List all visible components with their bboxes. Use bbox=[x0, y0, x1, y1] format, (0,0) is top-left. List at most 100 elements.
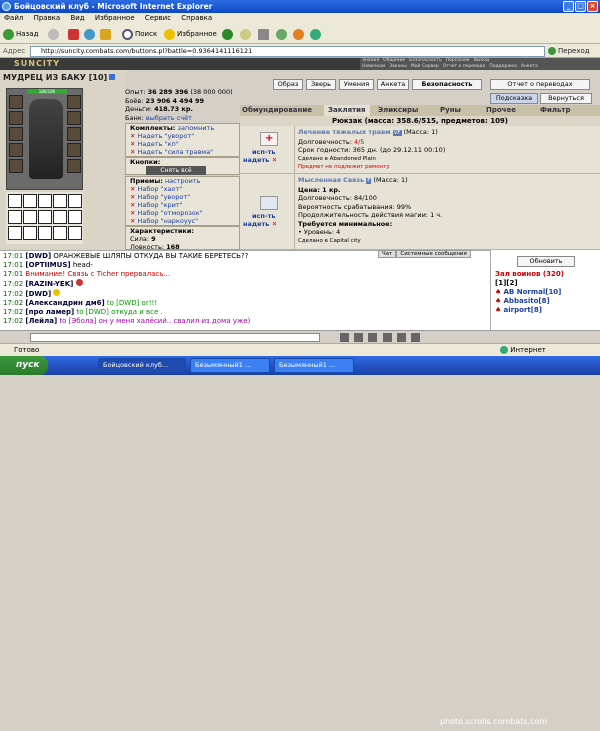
refresh-button[interactable] bbox=[84, 27, 97, 41]
delete-icon[interactable]: ✕ bbox=[272, 220, 277, 228]
amulet-slot[interactable] bbox=[67, 111, 81, 125]
use-item-link[interactable]: исп-ть bbox=[252, 148, 275, 156]
spell-slot[interactable] bbox=[53, 194, 67, 208]
spell-slot[interactable] bbox=[8, 226, 22, 240]
trick-set-item[interactable]: ✕ Набор "уворот" bbox=[126, 193, 239, 201]
taskbar-item[interactable]: Бойцовский клуб... bbox=[98, 358, 186, 373]
security-button[interactable]: Безопасность bbox=[412, 79, 482, 90]
top-link[interactable]: Законы bbox=[387, 64, 409, 70]
top-link[interactable]: Мой Сервер bbox=[409, 64, 441, 70]
go-button[interactable]: Переход bbox=[548, 47, 590, 55]
item-name[interactable]: Мысленная Связь bbox=[298, 176, 364, 184]
trick-set-item[interactable]: ✕ Набор "наркоуус" bbox=[126, 217, 239, 225]
player-list-item[interactable]: ♠ Abbasito[8] bbox=[495, 297, 550, 306]
menu-view[interactable]: Вид bbox=[66, 14, 88, 22]
trick-set-item[interactable]: ✕ Набор "крит" bbox=[126, 201, 239, 209]
exit-icon[interactable] bbox=[411, 333, 421, 342]
stop-button[interactable] bbox=[68, 27, 81, 41]
wear-item-link[interactable]: надеть ✕ bbox=[243, 220, 277, 228]
tab-other[interactable]: Прочее bbox=[486, 105, 516, 116]
tab-elixirs[interactable]: Эликсиры bbox=[378, 105, 418, 116]
boots-slot[interactable] bbox=[9, 159, 23, 173]
configure-tricks-link[interactable]: настроить bbox=[165, 177, 201, 185]
tab-equipment[interactable]: Обмундирование bbox=[242, 105, 312, 116]
room-pages[interactable]: [1][2] bbox=[495, 279, 518, 288]
undress-all-button[interactable]: Снять всё bbox=[146, 166, 206, 175]
armor-slot[interactable] bbox=[9, 127, 23, 141]
maximize-button[interactable]: □ bbox=[575, 1, 586, 12]
set-item[interactable]: ✕ Надеть "сила травма" bbox=[126, 148, 239, 156]
taskbar-item[interactable]: Безымянный1 ... bbox=[274, 358, 354, 373]
tab-spells[interactable]: Заклятия bbox=[324, 105, 370, 116]
transfer-report-button[interactable]: Отчет о переводах bbox=[490, 79, 590, 90]
favorites-button[interactable]: Избранное bbox=[164, 27, 217, 41]
menu-file[interactable]: Файл bbox=[0, 14, 27, 22]
menu-edit[interactable]: Правка bbox=[30, 14, 65, 22]
leggings-slot[interactable] bbox=[67, 159, 81, 173]
chat-nick[interactable]: [DWD] bbox=[25, 290, 51, 298]
spell-slot[interactable] bbox=[53, 226, 67, 240]
skills-button[interactable]: Умения bbox=[339, 79, 374, 90]
spell-slot[interactable] bbox=[53, 210, 67, 224]
send-icon[interactable] bbox=[340, 333, 349, 342]
discuss-button[interactable] bbox=[293, 27, 306, 41]
spell-slot[interactable] bbox=[68, 210, 82, 224]
close-button[interactable]: × bbox=[587, 1, 598, 12]
wear-item-link[interactable]: надеть ✕ bbox=[243, 156, 277, 164]
taskbar-item[interactable]: Безымянный1 ... bbox=[190, 358, 270, 373]
url-input[interactable]: http://suncity.combats.com/buttons.pl?ba… bbox=[30, 46, 545, 57]
character-name[interactable]: МУДРЕЦ ИЗ БАКУ [10] bbox=[3, 73, 116, 82]
back-button[interactable]: Назад bbox=[3, 27, 38, 41]
gloves-slot[interactable] bbox=[67, 127, 81, 141]
print-button[interactable] bbox=[258, 27, 271, 41]
minimize-button[interactable]: _ bbox=[563, 1, 574, 12]
item-name[interactable]: Лечение тяжелых травм bbox=[298, 128, 391, 136]
edit-button[interactable] bbox=[276, 27, 289, 41]
select-account-link[interactable]: выбрать счёт bbox=[146, 114, 192, 122]
forward-button[interactable] bbox=[48, 27, 61, 41]
trick-set-item[interactable]: ✕ Набор "отморозок" bbox=[126, 209, 239, 217]
chat-nick[interactable]: [Александрин дм6] bbox=[25, 299, 104, 307]
menu-favorites[interactable]: Избранное bbox=[91, 14, 139, 22]
spell-slot[interactable] bbox=[68, 226, 82, 240]
profile-button[interactable]: Анкета bbox=[377, 79, 409, 90]
chat-nick[interactable]: [RAZIN-YEK] bbox=[25, 280, 73, 288]
top-link[interactable]: Отчет о переводе bbox=[441, 64, 487, 70]
search-button[interactable]: Поиск bbox=[122, 27, 157, 41]
spell-slot[interactable] bbox=[38, 194, 52, 208]
clear-icon[interactable] bbox=[354, 333, 364, 342]
messenger-button[interactable] bbox=[310, 27, 323, 41]
use-item-link[interactable]: исп-ть bbox=[252, 212, 275, 220]
remember-set-link[interactable]: запомнить bbox=[178, 124, 215, 132]
spell-slot[interactable] bbox=[68, 194, 82, 208]
chat-nick[interactable]: [DWD] bbox=[25, 252, 51, 260]
belt-slot[interactable] bbox=[9, 143, 23, 157]
chat-nick[interactable]: [Лейла] bbox=[25, 317, 57, 325]
tab-system-messages[interactable]: Системные сообщения bbox=[396, 250, 471, 258]
start-button[interactable]: пуск bbox=[0, 356, 48, 375]
menu-help[interactable]: Справка bbox=[177, 14, 216, 22]
set-item[interactable]: ✕ Надеть "уворот" bbox=[126, 132, 239, 140]
spell-slot[interactable] bbox=[8, 210, 22, 224]
tab-chat[interactable]: Чат bbox=[378, 250, 397, 258]
menu-tools[interactable]: Сервис bbox=[141, 14, 175, 22]
helmet-slot[interactable] bbox=[9, 95, 23, 109]
hint-button[interactable]: Подсказка bbox=[490, 93, 538, 104]
player-list-item[interactable]: ♠ airport[8] bbox=[495, 306, 542, 315]
spell-slot[interactable] bbox=[23, 194, 37, 208]
spell-slot[interactable] bbox=[38, 226, 52, 240]
return-button[interactable]: Вернуться bbox=[540, 93, 592, 104]
delete-icon[interactable]: ✕ bbox=[272, 156, 277, 164]
settings-icon[interactable] bbox=[396, 333, 406, 342]
chat-nick[interactable]: [про ламер] bbox=[25, 308, 74, 316]
tab-filter[interactable]: Фильтр bbox=[540, 105, 570, 116]
chat-nick[interactable]: [OPTIIMUS] bbox=[25, 261, 70, 269]
chat-input[interactable] bbox=[30, 333, 320, 342]
image-button[interactable]: Образ bbox=[273, 79, 303, 90]
media-button[interactable] bbox=[222, 27, 235, 41]
tab-runes[interactable]: Руны bbox=[440, 105, 461, 116]
spell-slot[interactable] bbox=[23, 210, 37, 224]
spell-slot[interactable] bbox=[38, 210, 52, 224]
spell-slot[interactable] bbox=[8, 194, 22, 208]
spell-slot[interactable] bbox=[23, 226, 37, 240]
